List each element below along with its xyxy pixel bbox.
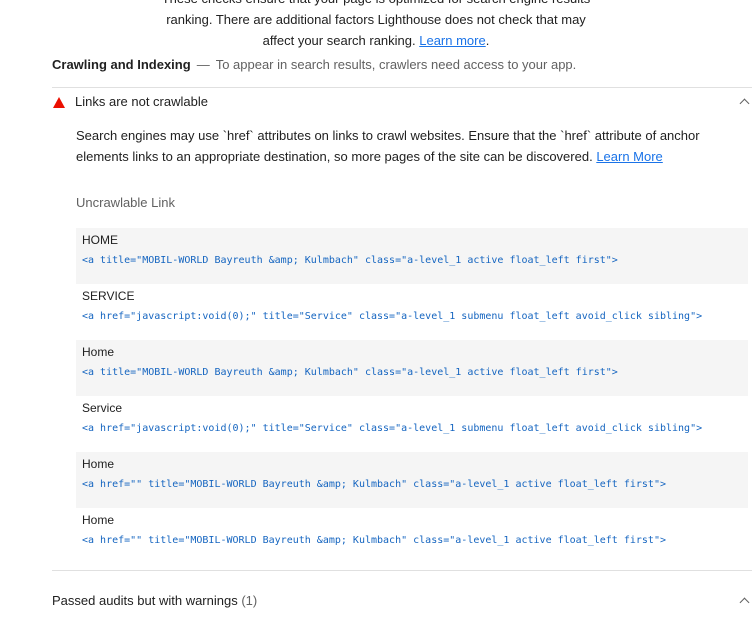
intro-line-3-suffix: . xyxy=(485,33,490,48)
link-snippet: <a href="javascript:void(0);" title="Ser… xyxy=(82,311,703,322)
uncrawlable-links-table: HOME <a title="MOBIL-WORLD Bayreuth &amp… xyxy=(76,228,748,564)
table-row: Service <a href="javascript:void(0);" ti… xyxy=(76,396,748,452)
audit-header-links-not-crawlable[interactable]: Links are not crawlable xyxy=(52,93,752,113)
link-snippet: <a title="MOBIL-WORLD Bayreuth &amp; Kul… xyxy=(82,255,618,266)
audit-description: Search engines may use `href` attributes… xyxy=(76,125,742,167)
group-divider xyxy=(52,87,752,88)
table-row: Home <a title="MOBIL-WORLD Bayreuth &amp… xyxy=(76,340,748,396)
audit-title: Links are not crawlable xyxy=(75,94,208,109)
group-title: Crawling and Indexing xyxy=(52,57,191,72)
table-row: SERVICE <a href="javascript:void(0);" ti… xyxy=(76,284,748,340)
link-snippet: <a href="" title="MOBIL-WORLD Bayreuth &… xyxy=(82,479,666,490)
chevron-up-icon[interactable] xyxy=(739,597,750,608)
link-text: Home xyxy=(82,457,115,471)
group-header-crawling: Crawling and Indexing — To appear in searc… xyxy=(52,56,576,74)
chevron-up-icon[interactable] xyxy=(739,98,750,109)
intro-learn-more-link[interactable]: Learn more xyxy=(419,33,485,48)
intro-line-2: ranking. There are additional factors Li… xyxy=(166,12,586,27)
intro-line-3-text: affect your search ranking. xyxy=(262,33,420,48)
passed-audits-warnings-header[interactable]: Passed audits but with warnings (1) xyxy=(52,592,752,612)
table-row: Home <a href="" title="MOBIL-WORLD Bayre… xyxy=(76,508,748,564)
table-column-header: Uncrawlable Link xyxy=(76,195,175,210)
group-separator: — xyxy=(196,57,210,72)
link-snippet: <a href="javascript:void(0);" title="Ser… xyxy=(82,423,703,434)
link-snippet: <a href="" title="MOBIL-WORLD Bayreuth &… xyxy=(82,535,666,546)
passed-audits-label: Passed audits but with warnings xyxy=(52,593,238,608)
passed-audits-title: Passed audits but with warnings (1) xyxy=(52,593,257,608)
link-text: Home xyxy=(82,513,115,527)
table-row: Home <a href="" title="MOBIL-WORLD Bayre… xyxy=(76,452,748,508)
link-text: SERVICE xyxy=(82,289,135,303)
category-description: These checks ensure that your page is op… xyxy=(0,0,752,51)
link-snippet: <a title="MOBIL-WORLD Bayreuth &amp; Kul… xyxy=(82,367,618,378)
warning-triangle-icon xyxy=(53,97,65,108)
table-row: HOME <a title="MOBIL-WORLD Bayreuth &amp… xyxy=(76,228,748,284)
link-text: Service xyxy=(82,401,123,415)
intro-line-3: affect your search ranking. Learn more. xyxy=(0,30,752,51)
link-text: HOME xyxy=(82,233,118,247)
audit-learn-more-link[interactable]: Learn More xyxy=(596,149,662,164)
link-text: Home xyxy=(82,345,115,359)
passed-audits-count: (1) xyxy=(241,593,258,608)
intro-line-1: These checks ensure that your page is op… xyxy=(0,0,752,9)
group-description: To appear in search results, crawlers ne… xyxy=(215,57,577,72)
section-divider xyxy=(52,570,752,571)
